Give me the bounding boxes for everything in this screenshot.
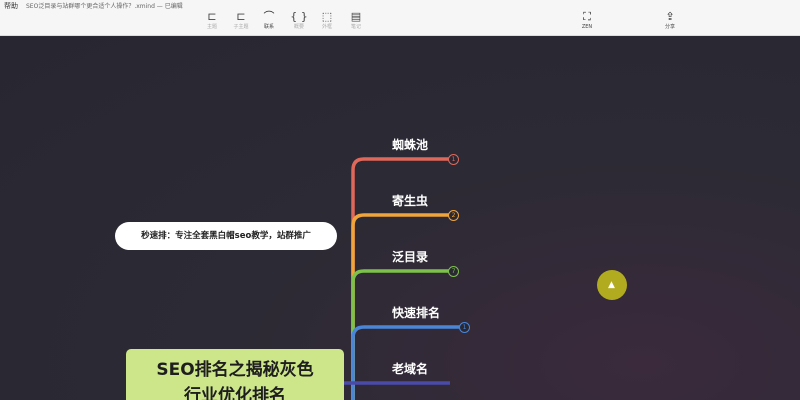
- branch-topic-1[interactable]: 蜘蛛池: [392, 136, 428, 153]
- branch-topic-3[interactable]: 泛目录: [392, 248, 428, 265]
- branch-topic-2[interactable]: 寄生虫: [392, 192, 428, 209]
- root-topic[interactable]: SEO排名之揭秘灰色 行业优化排名: [126, 349, 344, 400]
- mouse-pointer-icon: ▲: [608, 280, 615, 290]
- branch-topic-5[interactable]: 老域名: [392, 360, 428, 377]
- branch-line-3: [351, 269, 450, 400]
- badge-4[interactable]: 1: [459, 322, 470, 333]
- badge-1[interactable]: 1: [448, 154, 459, 165]
- root-topic-line-2: 行业优化排名: [184, 386, 286, 400]
- badge-2[interactable]: 2: [448, 210, 459, 221]
- floating-topic[interactable]: 秒速排：专注全套黑白帽seo教学，站群推广: [115, 222, 337, 250]
- branch-topic-4[interactable]: 快速排名: [392, 304, 440, 321]
- root-topic-line-1: SEO排名之揭秘灰色: [156, 360, 314, 380]
- badge-3[interactable]: 7: [448, 266, 459, 277]
